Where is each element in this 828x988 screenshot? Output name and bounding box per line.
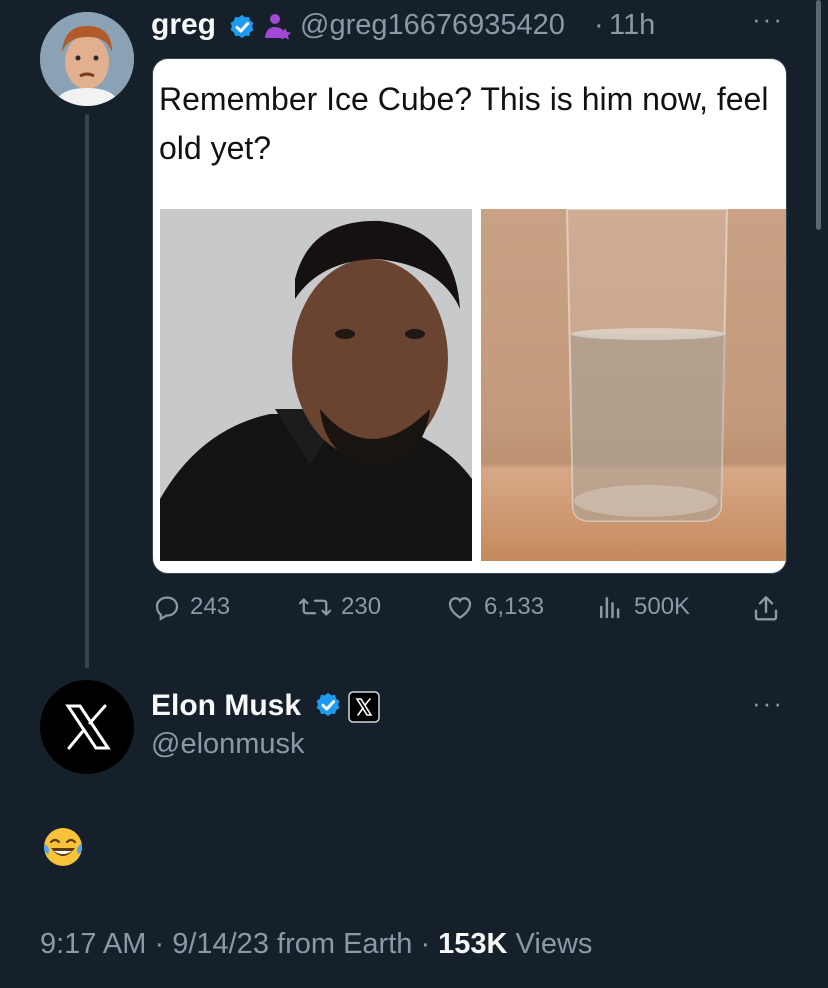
reply-button[interactable]: 243: [152, 592, 230, 622]
scrollbar-thumb[interactable]: [816, 0, 821, 230]
share-icon: [750, 592, 782, 624]
original-author-name[interactable]: greg: [151, 8, 216, 42]
reply-count: 243: [190, 593, 231, 620]
separator-dot: ·: [412, 928, 439, 960]
tweet-time[interactable]: 9:17 AM: [40, 928, 146, 960]
views-count-total[interactable]: 153K: [438, 928, 507, 960]
tweet-time-ago[interactable]: 11h: [609, 9, 655, 42]
tweet-date[interactable]: 9/14/23: [172, 928, 269, 960]
reply-author-handle[interactable]: @elonmusk: [151, 728, 305, 761]
tweet-media-image[interactable]: Remember Ice Cube? This is him now, feel…: [152, 58, 787, 574]
share-button[interactable]: [750, 592, 782, 624]
reply-author-name[interactable]: Elon Musk: [151, 689, 301, 723]
greg-avatar[interactable]: [40, 12, 134, 106]
elon-avatar-x-logo[interactable]: [40, 680, 134, 774]
reply-icon: [152, 592, 182, 622]
portrait-photo: [160, 209, 472, 561]
retweet-icon: [297, 592, 333, 622]
more-icon[interactable]: ···: [752, 688, 784, 719]
views-count: 500K: [634, 593, 691, 620]
like-button[interactable]: 6,133: [444, 592, 544, 622]
separator-dot: ·: [146, 928, 173, 960]
retweet-count: 230: [341, 593, 382, 620]
tears-of-joy-emoji: [42, 826, 84, 868]
affiliate-icon: [262, 11, 294, 48]
separator-dot: ·: [594, 9, 604, 41]
more-icon[interactable]: ···: [752, 4, 784, 35]
media-caption-text: Remember Ice Cube? This is him now, feel…: [159, 81, 769, 166]
views-label: Views: [507, 928, 593, 960]
views-button[interactable]: 500K: [594, 592, 690, 622]
x-logo-icon: [65, 704, 111, 750]
views-icon: [594, 592, 626, 622]
retweet-button[interactable]: 230: [297, 592, 381, 622]
like-count: 6,133: [484, 593, 545, 620]
tweet-source: from Earth: [268, 928, 413, 960]
tweet-action-bar: 243 230 6,133 500K: [152, 592, 792, 628]
x-affiliation-badge-icon: [348, 691, 380, 728]
original-author-handle[interactable]: @greg16676935420: [300, 9, 565, 42]
thread-connector-line: [85, 114, 89, 668]
like-icon: [444, 592, 476, 622]
water-glass-photo: [481, 209, 786, 561]
tweet-timestamp-footer: 9:17 AM · 9/14/23 from Earth · 153K View…: [40, 928, 592, 961]
verified-badge-icon: [227, 13, 257, 43]
verified-badge-icon: [313, 691, 343, 721]
